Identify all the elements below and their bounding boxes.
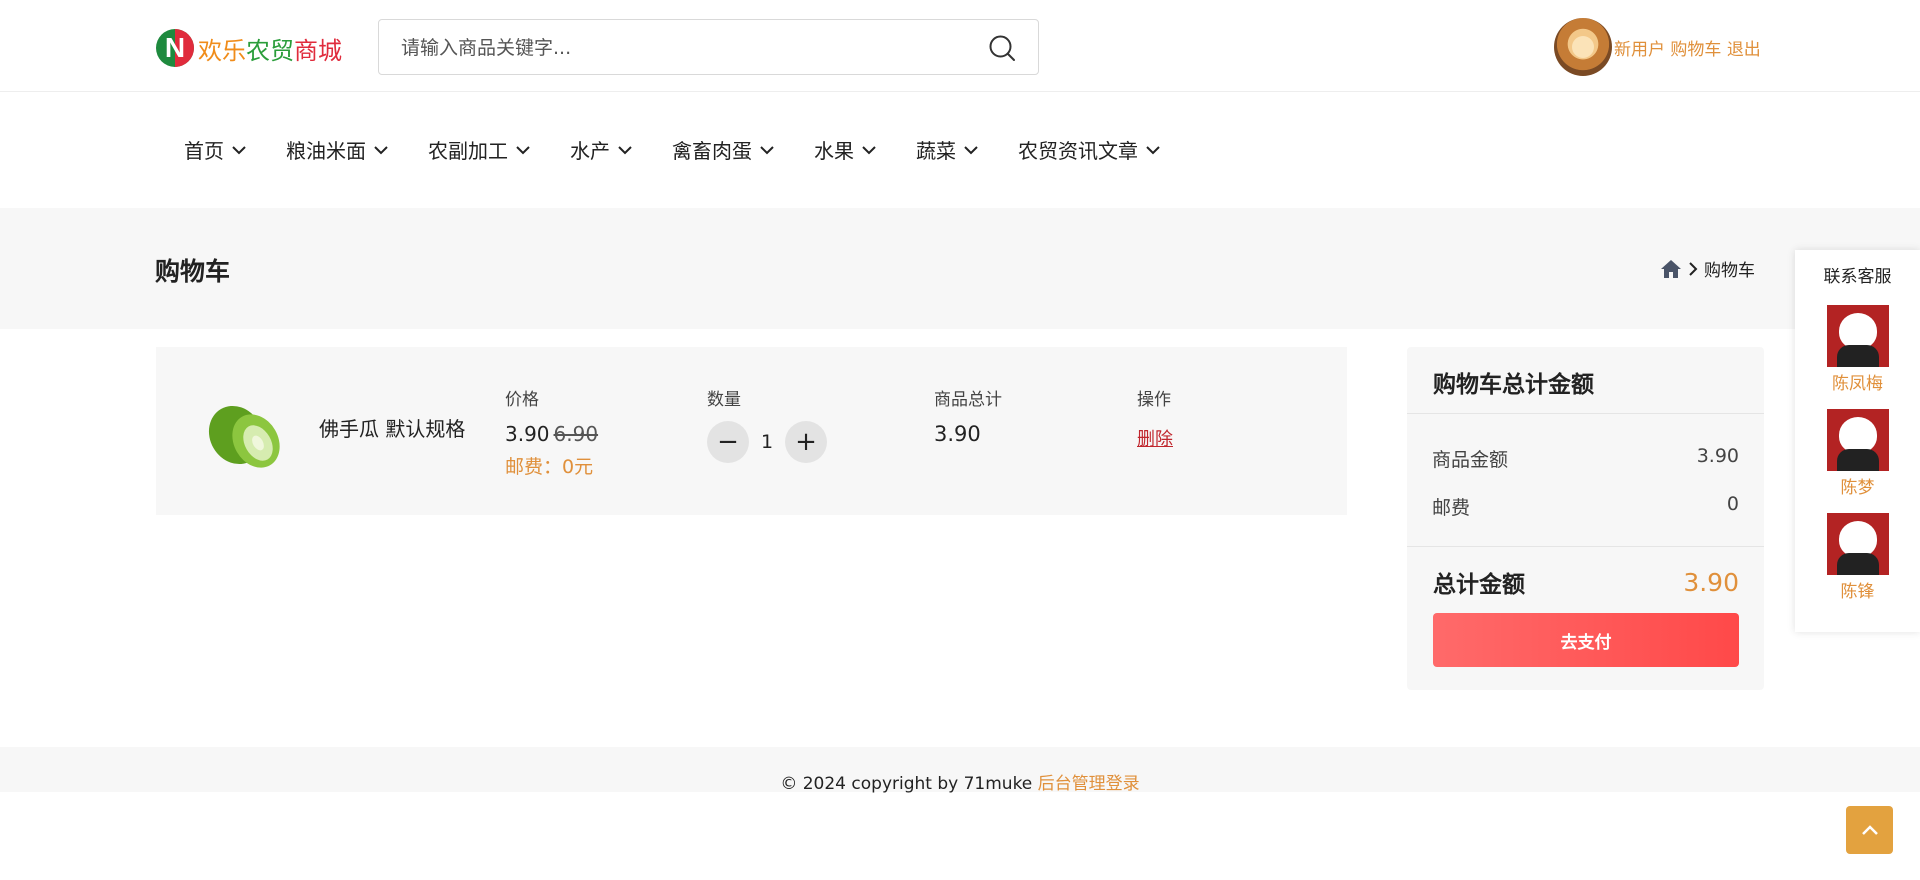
agent-avatar — [1826, 305, 1889, 367]
goods-amount-value: 3.90 — [1696, 445, 1739, 467]
cart-link[interactable]: 购物车 — [1670, 35, 1721, 60]
nav-item-home[interactable]: 首页 — [184, 135, 246, 164]
product-name[interactable]: 佛手瓜 默认规格 — [319, 413, 465, 442]
agent-avatar — [1826, 513, 1889, 575]
delete-item-link[interactable]: 删除 — [1137, 425, 1173, 451]
product-price: 3.90 6.90 — [505, 422, 599, 446]
total-row: 总计金额 3.90 — [1433, 567, 1739, 599]
product-image[interactable] — [198, 389, 290, 473]
chevron-down-icon — [964, 145, 978, 154]
shipping-fee: 邮费：0元 — [505, 456, 594, 478]
nav-item-processed[interactable]: 农副加工 — [428, 135, 530, 164]
nav-item-fruit[interactable]: 水果 — [814, 135, 876, 164]
chevron-down-icon — [232, 145, 246, 154]
site-logo[interactable]: N 欢乐农贸商城 — [156, 24, 342, 72]
customer-service-panel: 联系客服 陈凤梅 陈梦 陈锋 — [1795, 250, 1920, 632]
chevron-down-icon — [862, 145, 876, 154]
copyright: © 2024 copyright by 71muke — [780, 774, 1033, 794]
search-box — [378, 19, 1039, 75]
item-subtotal: 3.90 — [934, 422, 981, 446]
back-to-top-button[interactable] — [1846, 806, 1893, 854]
divider — [1407, 546, 1764, 547]
user-area: 新用户 购物车 退出 — [1554, 18, 1761, 76]
shipping-value: 0 — [1726, 493, 1739, 515]
footer-text: © 2024 copyright by 71muke 后台管理登录 — [0, 769, 1920, 794]
chevron-up-icon — [1861, 825, 1878, 835]
action-header: 操作 — [1137, 390, 1171, 410]
increase-quantity-button[interactable]: + — [785, 421, 827, 463]
page-title-band: 购物车 购物车 — [0, 208, 1920, 329]
cart-item-row: 佛手瓜 默认规格 价格 3.90 6.90 邮费：0元 数量 − 1 + 商品总计… — [156, 347, 1347, 515]
chevron-down-icon — [516, 145, 530, 154]
search-icon[interactable] — [988, 34, 1016, 62]
site-footer: © 2024 copyright by 71muke 后台管理登录 — [0, 747, 1920, 794]
chevron-down-icon — [760, 145, 774, 154]
divider — [1407, 413, 1764, 414]
nav-item-vegetables[interactable]: 蔬菜 — [916, 135, 978, 164]
shipping-row: 邮费 0 — [1432, 493, 1739, 519]
chevron-right-icon — [1689, 261, 1698, 276]
pay-button[interactable]: 去支付 — [1433, 613, 1739, 667]
summary-title: 购物车总计金额 — [1433, 372, 1594, 398]
nav-item-grain-oil[interactable]: 粮油米面 — [286, 135, 388, 164]
breadcrumb: 购物车 — [1660, 256, 1755, 281]
site-header: N 欢乐农贸商城 新用户 购物车 退出 — [0, 0, 1920, 92]
service-title: 联系客服 — [1823, 267, 1892, 287]
logo-text: 欢乐农贸商城 — [198, 36, 342, 65]
agent-avatar — [1826, 409, 1889, 471]
chevron-down-icon — [618, 145, 632, 154]
page-title: 购物车 — [155, 257, 231, 286]
logo-icon: N — [156, 29, 194, 67]
price-header: 价格 — [505, 390, 539, 410]
search-input[interactable] — [401, 34, 961, 62]
main-nav: 首页 粮油米面 农副加工 水产 禽畜肉蛋 水果 蔬菜 农贸资讯文章 — [0, 93, 1920, 208]
logout-link[interactable]: 退出 — [1727, 35, 1761, 60]
service-agent[interactable]: 陈凤梅 — [1795, 305, 1920, 394]
cart-summary: 购物车总计金额 商品金额 3.90 邮费 0 总计金额 3.90 去支付 — [1407, 347, 1764, 690]
nav-item-articles[interactable]: 农贸资讯文章 — [1018, 135, 1160, 164]
service-agent[interactable]: 陈锋 — [1795, 513, 1920, 602]
decrease-quantity-button[interactable]: − — [707, 421, 749, 463]
chevron-down-icon — [1146, 145, 1160, 154]
quantity-value[interactable]: 1 — [749, 431, 785, 453]
chevron-down-icon — [374, 145, 388, 154]
quantity-header: 数量 — [707, 390, 741, 410]
service-agent[interactable]: 陈梦 — [1795, 409, 1920, 498]
goods-amount-row: 商品金额 3.90 — [1432, 445, 1739, 471]
user-links: 新用户 购物车 退出 — [1614, 35, 1761, 60]
home-icon[interactable] — [1660, 259, 1682, 279]
nav-item-aquatic[interactable]: 水产 — [570, 135, 632, 164]
total-value: 3.90 — [1683, 567, 1739, 597]
nav-item-meat-eggs[interactable]: 禽畜肉蛋 — [672, 135, 774, 164]
admin-login-link[interactable]: 后台管理登录 — [1038, 774, 1140, 794]
user-avatar[interactable] — [1554, 18, 1612, 76]
subtotal-header: 商品总计 — [934, 390, 1002, 410]
quantity-stepper: − 1 + — [707, 421, 827, 463]
breadcrumb-current: 购物车 — [1704, 261, 1755, 281]
original-price: 6.90 — [553, 422, 599, 446]
new-user-link[interactable]: 新用户 — [1614, 35, 1665, 60]
